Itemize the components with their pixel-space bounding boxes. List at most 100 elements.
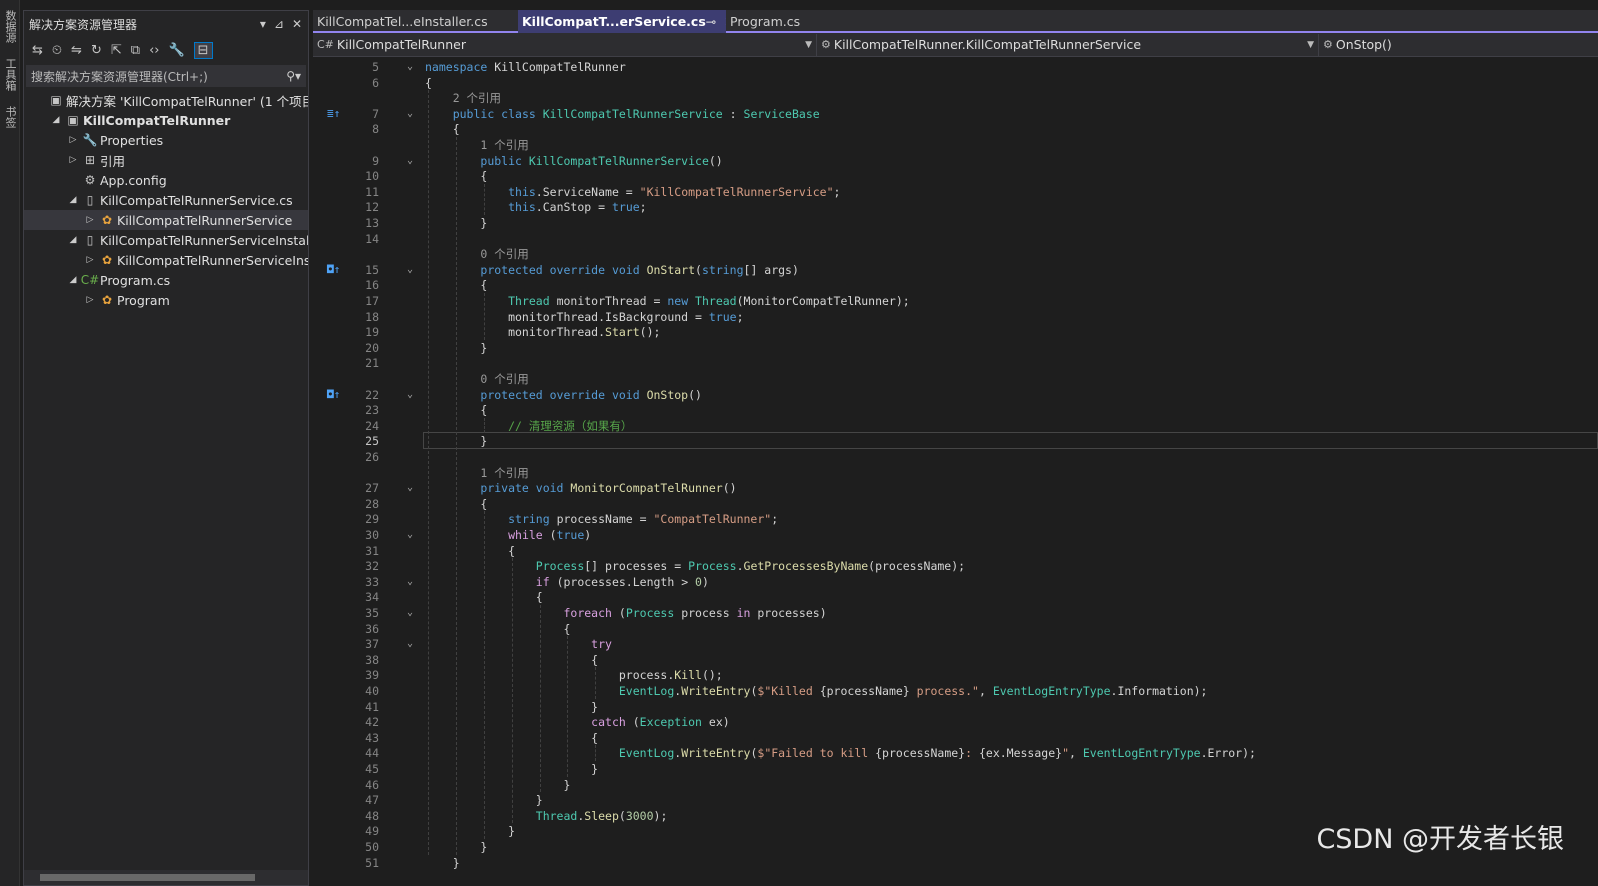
line-number: 32 bbox=[365, 559, 379, 574]
code-line: 24 // 清理资源（如果有） bbox=[313, 418, 1598, 434]
tree-node[interactable]: ▷ ✿ KillCompatTelRunnerService bbox=[24, 210, 308, 230]
fold-toggle-icon[interactable]: ⌄ bbox=[404, 605, 416, 621]
tab-service[interactable]: KillCompatT...erService.cs ⊸✕ bbox=[518, 10, 726, 33]
tab-program[interactable]: Program.cs bbox=[726, 10, 838, 33]
view-code-icon[interactable]: ‹› bbox=[149, 43, 159, 58]
scrollbar-thumb[interactable] bbox=[40, 874, 255, 881]
solution-explorer-search[interactable]: 搜索解决方案资源管理器(Ctrl+;) ⚲▾ bbox=[26, 65, 306, 87]
expand-arrow-icon[interactable]: ◢ bbox=[66, 235, 80, 245]
properties-icon[interactable]: 🔧 bbox=[168, 43, 184, 58]
tree-node[interactable]: ◢ ▯ KillCompatTelRunnerService.cs bbox=[24, 190, 308, 210]
indent-guide bbox=[484, 183, 486, 215]
fold-toggle-icon[interactable]: ⌄ bbox=[404, 153, 416, 169]
expand-arrow-icon[interactable]: ▷ bbox=[83, 255, 97, 265]
override-glyph-icon[interactable]: ◘↑ bbox=[327, 262, 340, 278]
expand-arrow-icon[interactable]: ▷ bbox=[83, 215, 97, 225]
codelens-references[interactable]: 1 个引用 bbox=[425, 466, 528, 480]
line-number: 16 bbox=[365, 278, 379, 293]
expand-arrow-icon[interactable]: ▷ bbox=[66, 135, 80, 145]
override-glyph-icon[interactable]: ◘↑ bbox=[327, 387, 340, 403]
search-icon[interactable]: ⚲▾ bbox=[286, 69, 301, 83]
sync-icon[interactable]: ⇆ bbox=[32, 43, 43, 58]
refresh-icon[interactable]: ↻ bbox=[91, 43, 102, 58]
tree-node[interactable]: ▷ ✿ Program bbox=[24, 290, 308, 310]
tree-node[interactable]: ▷ ✿ KillCompatTelRunnerServiceInstaller bbox=[24, 250, 308, 270]
code-line: 30 ⌄ while (true) bbox=[313, 527, 1598, 543]
code-token: 3000 bbox=[625, 808, 654, 823]
type-dropdown[interactable]: ⚙ KillCompatTelRunner.KillCompatTelRunne… bbox=[817, 33, 1319, 56]
fold-toggle-icon[interactable]: ⌄ bbox=[404, 480, 416, 496]
fold-toggle-icon[interactable]: ⌄ bbox=[404, 636, 416, 652]
fold-toggle-icon[interactable]: ⌄ bbox=[404, 59, 416, 75]
collapse-all-icon[interactable]: ⇱ bbox=[111, 43, 122, 58]
line-number: 33 bbox=[365, 574, 379, 589]
expand-arrow-icon[interactable]: ▷ bbox=[83, 295, 97, 305]
tree-node[interactable]: ▷ ⊞ 引用 bbox=[24, 150, 308, 170]
code-token: .CanStop = bbox=[535, 200, 612, 215]
expand-arrow-icon[interactable]: ◢ bbox=[49, 115, 63, 125]
dropdown-arrow-icon[interactable]: ▾ bbox=[260, 17, 266, 31]
project-dropdown[interactable]: C# KillCompatTelRunner ▼ bbox=[313, 33, 817, 56]
fold-toggle-icon[interactable]: ⌄ bbox=[404, 527, 416, 543]
codelens[interactable]: 0 个引用 bbox=[313, 371, 1598, 387]
code-text: try bbox=[425, 636, 612, 652]
tree-node[interactable]: ◢ C# Program.cs bbox=[24, 270, 308, 290]
side-tab-bookmarks[interactable]: 书签 bbox=[2, 106, 18, 128]
code-token: this bbox=[508, 200, 536, 215]
member-dropdown[interactable]: ⚙ OnStop() bbox=[1319, 34, 1598, 56]
tree-node[interactable]: ◢ ▯ KillCompatTelRunnerServiceInstaller.cs bbox=[24, 230, 308, 250]
tree-node[interactable]: ▣ 解决方案 'KillCompatTelRunner' (1 个项目，共 1 个… bbox=[24, 90, 308, 110]
tree-node[interactable]: ⚙ App.config bbox=[24, 170, 308, 190]
pin-icon[interactable]: ⊿ bbox=[274, 17, 284, 31]
code-token: while bbox=[508, 528, 543, 542]
line-number: 38 bbox=[365, 652, 379, 667]
indent-guide bbox=[456, 137, 458, 855]
codelens-references[interactable]: 1 个引用 bbox=[425, 138, 528, 152]
code-line: 15 ⌄ ◘↑ protected override void OnStart(st… bbox=[313, 262, 1598, 278]
codelens-references[interactable]: 0 个引用 bbox=[425, 247, 528, 261]
side-tab-datasource[interactable]: 数据源 bbox=[2, 10, 18, 43]
code-token: 0 bbox=[695, 574, 702, 589]
code-text: monitorThread.IsBackground = true; bbox=[425, 309, 743, 325]
fold-toggle-icon[interactable]: ⌄ bbox=[404, 387, 416, 403]
expand-arrow-icon[interactable]: ▷ bbox=[66, 155, 80, 165]
code-token: WriteEntry bbox=[681, 746, 751, 761]
codelens[interactable]: 1 个引用 bbox=[313, 137, 1598, 153]
fold-toggle-icon[interactable]: ⌄ bbox=[404, 262, 416, 278]
code-token: processes) bbox=[750, 606, 827, 620]
expand-arrow-icon[interactable]: ◢ bbox=[66, 195, 80, 205]
codelens[interactable]: 1 个引用 bbox=[313, 465, 1598, 481]
code-token: private void bbox=[480, 481, 571, 496]
indent-guide bbox=[595, 667, 597, 699]
tree-node[interactable]: ▷ 🔧 Properties bbox=[24, 130, 308, 150]
codelens[interactable]: 2 个引用 bbox=[313, 90, 1598, 106]
code-line: 12 this.CanStop = true; bbox=[313, 199, 1598, 215]
pin-icon[interactable]: ⊸ bbox=[706, 14, 716, 29]
expand-arrow-icon[interactable]: ◢ bbox=[66, 275, 80, 285]
codelens[interactable]: 0 个引用 bbox=[313, 246, 1598, 262]
solution-explorer-title: 解决方案资源管理器 bbox=[29, 17, 138, 32]
code-token: $"Killed bbox=[757, 684, 820, 698]
preview-selected-icon[interactable]: ⊟ bbox=[193, 41, 213, 59]
override-glyph-icon[interactable]: ≣↑ bbox=[327, 106, 340, 122]
close-icon[interactable]: ✕ bbox=[292, 17, 302, 31]
horizontal-scrollbar[interactable] bbox=[24, 870, 308, 885]
pending-changes-icon[interactable]: ⇋ bbox=[71, 43, 82, 58]
codelens-references[interactable]: 2 个引用 bbox=[425, 91, 501, 105]
solution-icon: ▣ bbox=[50, 93, 62, 107]
fold-toggle-icon[interactable]: ⌄ bbox=[404, 106, 416, 122]
fold-toggle-icon[interactable]: ⌄ bbox=[404, 574, 416, 590]
line-number: 15 bbox=[365, 262, 379, 277]
line-number: 18 bbox=[365, 309, 379, 324]
codelens-references[interactable]: 0 个引用 bbox=[425, 372, 528, 386]
code-area[interactable]: 5 ⌄ namespace KillCompatTelRunner 6{ 2 个引用 7… bbox=[313, 59, 1598, 886]
search-input[interactable]: 搜索解决方案资源管理器(Ctrl+;) bbox=[31, 68, 208, 85]
history-icon[interactable]: ⏲ bbox=[52, 43, 62, 58]
code-token: .Error); bbox=[1200, 746, 1256, 761]
side-tab-toolbox[interactable]: 工具箱 bbox=[2, 58, 18, 91]
tree-node[interactable]: ◢ ▣ KillCompatTelRunner bbox=[24, 110, 308, 130]
show-all-files-icon[interactable]: ⧉ bbox=[131, 43, 140, 58]
tab-installer[interactable]: KillCompatTel...eInstaller.cs bbox=[313, 10, 518, 33]
